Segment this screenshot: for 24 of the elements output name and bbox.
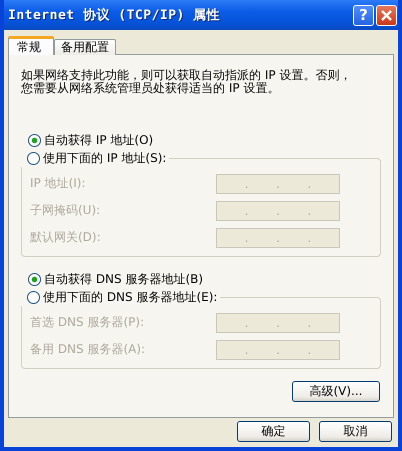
radio-button[interactable] bbox=[28, 272, 41, 286]
description-text: 您需要从网络系统管理员处获得适当的 IP 设置。 bbox=[21, 82, 280, 95]
tab[interactable]: 常规 bbox=[8, 36, 54, 55]
radio-label[interactable]: 自动获得 DNS 服务器地址(B) bbox=[44, 270, 204, 288]
radio-label[interactable]: 使用下面的 DNS 服务器地址(E): bbox=[43, 288, 218, 306]
field-label: 默认网关(D): bbox=[30, 229, 101, 246]
field-label: 备用 DNS 服务器(A): bbox=[30, 341, 146, 358]
tab[interactable]: 备用配置 bbox=[54, 39, 116, 55]
window-title: Internet 协议 (TCP/IP) 属性 bbox=[8, 6, 220, 24]
close-icon bbox=[380, 8, 393, 22]
advanced-button[interactable]: 高级(V)... bbox=[292, 381, 380, 402]
radio-label[interactable]: 自动获得 IP 地址(O) bbox=[44, 132, 154, 148]
radio-button[interactable] bbox=[28, 134, 41, 146]
help-button[interactable]: ? bbox=[353, 4, 374, 26]
radio-button[interactable] bbox=[27, 152, 40, 164]
radio-label[interactable]: 使用下面的 IP 地址(S): bbox=[43, 150, 166, 166]
close-button[interactable] bbox=[376, 4, 397, 26]
field-label: 子网掩码(U): bbox=[30, 202, 100, 219]
description-text: 如果网络支持此功能，则可以获取自动指派的 IP 设置。否则， bbox=[21, 69, 352, 82]
cancel-button[interactable]: 取消 bbox=[319, 421, 392, 442]
radio-button[interactable] bbox=[27, 290, 40, 304]
field-label: 首选 DNS 服务器(P): bbox=[30, 314, 144, 331]
field-label: IP 地址(I): bbox=[30, 175, 86, 192]
ok-button[interactable]: 确定 bbox=[237, 421, 310, 442]
